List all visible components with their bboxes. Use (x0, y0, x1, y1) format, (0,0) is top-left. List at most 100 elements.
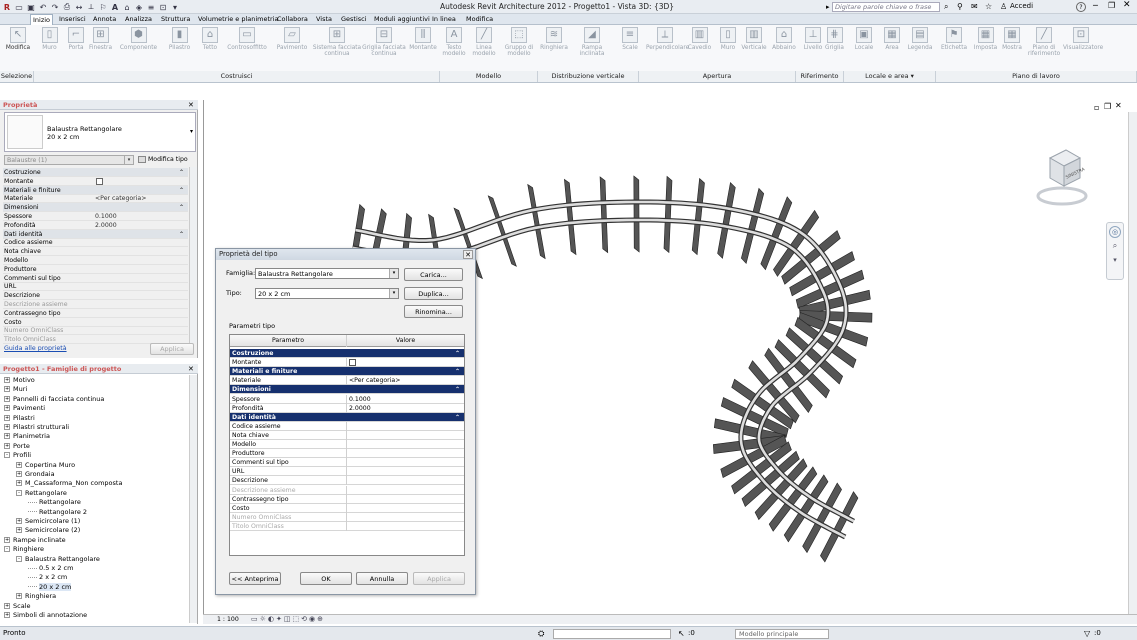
tree-node[interactable]: 0.5 x 2 cm (28, 564, 73, 573)
parameter-value[interactable]: 0.1000 (349, 395, 371, 404)
collapse-icon[interactable]: ⌃ (179, 168, 184, 177)
properties-apply-button[interactable]: Applica (150, 343, 194, 355)
minimize-icon[interactable]: ─ (1093, 1, 1098, 10)
tree-toggle-icon[interactable]: + (4, 414, 10, 421)
tab-9[interactable]: Moduli aggiuntivi (372, 14, 432, 25)
tree-node[interactable]: + Pilastri strutturali (4, 423, 69, 432)
montante-checkbox[interactable] (349, 359, 356, 367)
close-icon[interactable]: ✕ (1123, 0, 1131, 10)
tree-toggle-icon[interactable]: + (4, 377, 10, 383)
ribbon-button-31[interactable]: ╱ Piano di riferimento (1025, 27, 1063, 57)
ribbon-button-28[interactable]: ⚑ Etichetta (936, 27, 972, 51)
tab-8[interactable]: Gestisci (339, 14, 369, 25)
edit-type-button[interactable]: Modifica tipo (138, 155, 196, 165)
viewcube[interactable]: SINISTRA (1036, 146, 1088, 210)
tree-toggle-icon[interactable]: + (4, 536, 10, 543)
ribbon-button-25[interactable]: ▣ Locale (849, 27, 879, 51)
tree-toggle-icon[interactable]: + (4, 442, 10, 449)
type-select[interactable]: 20 x 2 cm ▾ (255, 288, 399, 299)
dimension-icon[interactable]: ⟂ (86, 2, 96, 12)
tree-toggle-icon[interactable]: + (16, 593, 22, 600)
browser-close-icon[interactable]: ✕ (188, 365, 194, 373)
tree-toggle-icon[interactable]: + (16, 527, 22, 534)
property-value[interactable]: 2.0000 (95, 221, 117, 230)
tree-node[interactable]: + Semicircolare (1) (16, 517, 80, 526)
tree-toggle-icon[interactable]: + (4, 612, 10, 618)
ribbon-button-11[interactable]: ⫼ Montante (406, 27, 440, 51)
ribbon-button-21[interactable]: ▥ Verticale (740, 27, 768, 51)
steering-wheel-icon[interactable]: ◎ (1109, 226, 1121, 238)
canvas-vertical-scrollbar[interactable] (1128, 112, 1137, 614)
tab-6[interactable]: Collabora (275, 14, 310, 25)
tree-node[interactable]: + Scale (4, 602, 31, 611)
tree-node[interactable]: - Ringhiere (4, 545, 44, 554)
tree-toggle-icon[interactable]: + (16, 518, 22, 524)
view-scale[interactable]: 1 : 100 (217, 616, 239, 623)
user-icon[interactable]: ♙ (1000, 2, 1007, 11)
subscription-icon[interactable]: ⚲ (957, 2, 963, 11)
view-close-icon[interactable]: ✕ (1115, 101, 1122, 110)
tree-toggle-icon[interactable]: + (4, 386, 10, 393)
dialog-close-button[interactable]: ✕ (463, 250, 473, 259)
collapse-icon[interactable]: ⌃ (179, 186, 184, 195)
tab-10[interactable]: In linea (430, 14, 458, 25)
type-dropdown-icon[interactable]: ▾ (190, 128, 193, 135)
parameter-value[interactable]: 2.0000 (349, 404, 371, 413)
tab-4[interactable]: Struttura (159, 14, 192, 25)
ribbon-button-12[interactable]: A Testo modello (440, 27, 468, 57)
search-expand-icon[interactable]: ▸ (826, 3, 830, 11)
tag-icon[interactable]: ⚐ (98, 2, 108, 12)
rename-button[interactable]: Rinomina... (404, 305, 463, 318)
ribbon-button-20[interactable]: ▯ Muro (715, 27, 741, 51)
ribbon-button-32[interactable]: ⊡ Visualizzatore (1063, 27, 1103, 51)
tree-node[interactable]: + M_Cassaforma_Non composta (16, 479, 122, 488)
ribbon-button-18[interactable]: ⟂ Perpendicolare (646, 27, 689, 51)
tree-toggle-icon[interactable]: + (4, 424, 10, 430)
tree-node[interactable]: + Semicircolare (2) (16, 526, 80, 535)
tree-node[interactable]: + Planimetria (4, 432, 50, 441)
preview-button[interactable]: << Anteprima (229, 572, 281, 585)
worksets-icon[interactable]: ⛭ (538, 627, 544, 640)
tree-node[interactable]: + Pilastri (4, 414, 35, 423)
ribbon-button-30[interactable]: ▦ Mostra (999, 27, 1025, 51)
switch-windows-icon[interactable]: ▾ (170, 2, 180, 12)
ribbon-panel-6[interactable]: Locale e area ▾ (844, 71, 936, 82)
communication-icon[interactable]: ✉ (971, 2, 978, 11)
redo-icon[interactable]: ↷ (50, 2, 60, 12)
ribbon-panel-4[interactable]: Apertura (639, 71, 796, 82)
ribbon-button-17[interactable]: ≡ Scale (614, 27, 646, 51)
open-icon[interactable]: ▭ (14, 2, 24, 12)
property-value[interactable]: 0.1000 (95, 212, 117, 221)
tree-toggle-icon[interactable]: - (16, 489, 22, 496)
ribbon-button-1[interactable]: ▯ Muro (36, 27, 63, 51)
ribbon-button-26[interactable]: ▦ Area (879, 27, 905, 51)
tree-toggle-icon[interactable]: + (16, 461, 22, 468)
ribbon-panel-5[interactable]: Riferimento (796, 71, 844, 82)
browser-scrollbar[interactable] (189, 375, 197, 623)
close-hidden-icon[interactable]: ⊡ (158, 2, 168, 12)
collapse-icon[interactable]: ⌃ (179, 230, 184, 239)
tree-node[interactable]: + Porte (4, 442, 30, 451)
tree-toggle-icon[interactable]: + (4, 405, 10, 412)
tab-2[interactable]: Annota (91, 14, 118, 25)
montante-checkbox[interactable] (96, 177, 103, 185)
tree-node[interactable]: - Profili (4, 451, 31, 460)
tree-node[interactable]: Rettangolare 2 (28, 508, 87, 517)
measure-icon[interactable]: ↔ (74, 2, 84, 12)
ribbon-panel-3[interactable]: Distribuzione verticale (538, 71, 639, 82)
sign-in-button[interactable]: Accedi (1010, 2, 1033, 10)
ribbon-panel-1[interactable]: Costruisci (34, 71, 440, 82)
apply-button[interactable]: Applica (413, 572, 465, 585)
tree-toggle-icon[interactable]: - (4, 546, 10, 553)
section-icon[interactable]: ◈ (134, 2, 144, 12)
property-value[interactable]: <Per categoria> (95, 194, 146, 203)
group-collapse-icon[interactable]: ⌃ (455, 367, 460, 376)
parameter-value[interactable]: <Per categoria> (349, 376, 400, 385)
zoom-icon[interactable]: ⌕ (1109, 241, 1121, 253)
tree-toggle-icon[interactable]: - (16, 555, 22, 562)
duplicate-button[interactable]: Duplica... (404, 287, 463, 300)
text-icon[interactable]: A (110, 2, 120, 12)
tree-node[interactable]: + Copertina Muro (16, 461, 75, 470)
help-search-input[interactable]: Digitare parole chiave o frase (832, 2, 940, 12)
tree-node[interactable]: - Balaustra Rettangolare (16, 555, 100, 564)
